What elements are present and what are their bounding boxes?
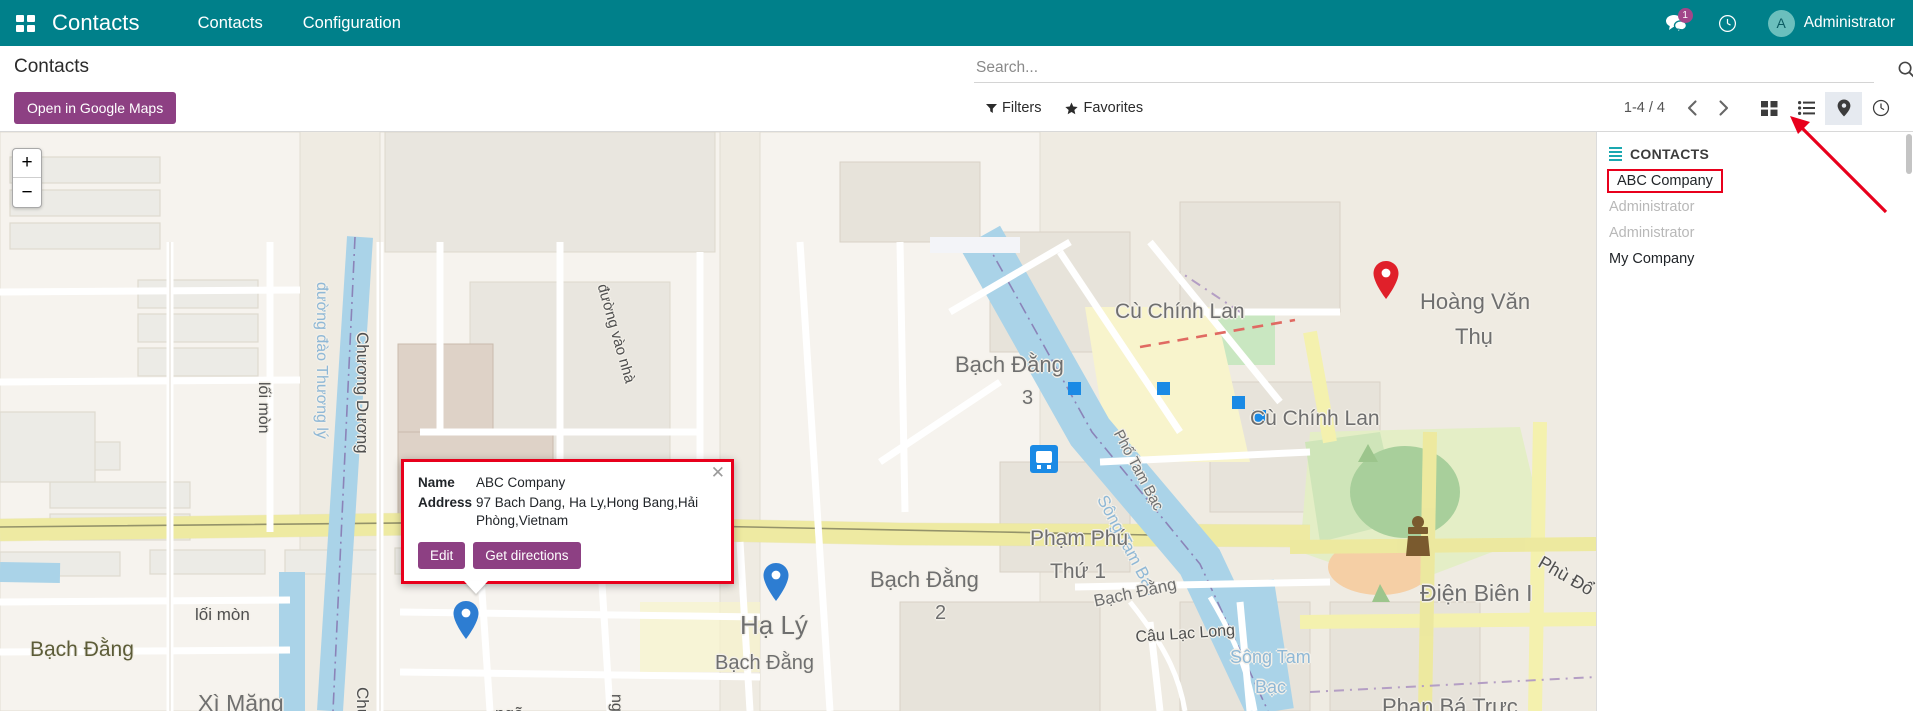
chevron-right-icon bbox=[1718, 100, 1729, 116]
contact-list-item[interactable]: My Company bbox=[1597, 246, 1913, 272]
filters-button[interactable]: Filters bbox=[974, 95, 1053, 121]
pager-value: 1-4 / 4 bbox=[1624, 100, 1675, 116]
popup-value-name: ABC Company bbox=[476, 474, 565, 492]
contact-list-item[interactable]: Administrator bbox=[1597, 220, 1913, 246]
clock-icon bbox=[1718, 14, 1737, 33]
navbar-right-group: 1 A Administrator bbox=[1650, 0, 1899, 46]
chevron-left-icon bbox=[1687, 100, 1698, 116]
navbar-menu-configuration[interactable]: Configuration bbox=[283, 0, 421, 46]
edit-button[interactable]: Edit bbox=[418, 542, 465, 569]
marker-abc-company[interactable] bbox=[452, 600, 480, 640]
app-brand-title[interactable]: Contacts bbox=[52, 10, 140, 36]
map-pin-icon bbox=[762, 562, 790, 602]
messages-button[interactable]: 1 bbox=[1650, 0, 1702, 46]
control-panel-bottom-row: Open in Google Maps Filters Favorites 1-… bbox=[14, 86, 1899, 130]
view-button-kanban[interactable] bbox=[1751, 92, 1788, 125]
close-icon[interactable]: ✕ bbox=[711, 464, 725, 481]
contact-list-item-wrapper: ABC Company bbox=[1597, 168, 1913, 194]
popup-actions: Edit Get directions bbox=[418, 542, 717, 569]
map-tiles bbox=[0, 132, 1596, 711]
search-input-wrapper[interactable] bbox=[974, 58, 1874, 83]
user-menu[interactable]: A Administrator bbox=[1754, 0, 1899, 46]
search-area bbox=[974, 58, 1874, 83]
top-navbar: Contacts Contacts Configuration 1 A Admi… bbox=[0, 0, 1913, 46]
view-button-activity[interactable] bbox=[1862, 92, 1899, 125]
contacts-sidebar-title: CONTACTS bbox=[1630, 146, 1709, 162]
view-switcher bbox=[1751, 92, 1899, 125]
control-panel-right-group: 1-4 / 4 bbox=[1624, 92, 1899, 125]
kanban-icon bbox=[1761, 101, 1778, 116]
zoom-in-button[interactable]: + bbox=[13, 149, 41, 178]
contact-list-item[interactable]: ABC Company bbox=[1607, 169, 1723, 193]
apps-menu-icon[interactable] bbox=[8, 3, 42, 43]
control-panel-top-row: Contacts bbox=[14, 46, 1899, 86]
view-button-map[interactable] bbox=[1825, 92, 1862, 125]
popup-label-address: Address bbox=[418, 494, 476, 530]
search-filter-group: Filters Favorites bbox=[974, 95, 1155, 121]
map-popup: ✕ Name ABC Company Address 97 Bach Dang,… bbox=[401, 459, 734, 584]
zoom-out-button[interactable]: − bbox=[13, 178, 41, 207]
bus-poi-icon bbox=[1030, 445, 1058, 473]
map-pin-icon bbox=[452, 600, 480, 640]
contacts-sidebar-header: CONTACTS bbox=[1597, 146, 1913, 168]
get-directions-button[interactable]: Get directions bbox=[473, 542, 580, 569]
popup-tail bbox=[464, 581, 488, 594]
popup-row-address: Address 97 Bach Dang, Ha Ly,Hong Bang,Hả… bbox=[418, 494, 717, 530]
navbar-menu-contacts[interactable]: Contacts bbox=[178, 0, 283, 46]
marker-top-red[interactable] bbox=[1372, 260, 1400, 300]
activity-button[interactable] bbox=[1702, 0, 1754, 46]
contact-list-item[interactable]: Administrator bbox=[1597, 194, 1913, 220]
popup-row-name: Name ABC Company bbox=[418, 474, 717, 492]
map-pin-icon bbox=[1837, 99, 1851, 117]
list-icon bbox=[1798, 101, 1815, 115]
marker-secondary[interactable] bbox=[762, 562, 790, 602]
filters-label: Filters bbox=[1002, 100, 1041, 116]
avatar: A bbox=[1768, 10, 1795, 37]
popup-value-address: 97 Bach Dang, Ha Ly,Hong Bang,Hải Phòng,… bbox=[476, 494, 717, 530]
clock-icon bbox=[1872, 99, 1890, 117]
contacts-list: ABC CompanyAdministratorAdministratorMy … bbox=[1597, 168, 1913, 272]
page-title: Contacts bbox=[14, 46, 89, 78]
sidebar-scrollbar[interactable] bbox=[1906, 134, 1912, 174]
messages-badge: 1 bbox=[1678, 8, 1693, 23]
control-panel: Contacts Open in Google Maps Filters bbox=[0, 46, 1913, 132]
list-icon bbox=[1609, 147, 1622, 161]
contacts-sidebar: CONTACTS ABC CompanyAdministratorAdminis… bbox=[1596, 132, 1913, 711]
pager: 1-4 / 4 bbox=[1624, 94, 1737, 122]
pager-next-button[interactable] bbox=[1709, 94, 1737, 122]
pager-previous-button[interactable] bbox=[1678, 94, 1706, 122]
popup-label-name: Name bbox=[418, 474, 476, 492]
main-content: Cù Chính LanCù Chính LanHoàng VănThụBạch… bbox=[0, 132, 1913, 711]
search-input[interactable] bbox=[974, 58, 1874, 78]
map-view[interactable]: Cù Chính LanCù Chính LanHoàng VănThụBạch… bbox=[0, 132, 1596, 711]
open-in-google-maps-button[interactable]: Open in Google Maps bbox=[14, 92, 176, 124]
view-button-list[interactable] bbox=[1788, 92, 1825, 125]
search-icon[interactable] bbox=[1897, 60, 1913, 84]
map-zoom-control: + − bbox=[12, 148, 42, 208]
star-icon bbox=[1065, 102, 1078, 115]
funnel-icon bbox=[986, 104, 997, 113]
favorites-label: Favorites bbox=[1083, 100, 1143, 116]
apps-grid-icon bbox=[16, 15, 35, 32]
user-name-label: Administrator bbox=[1804, 14, 1895, 32]
map-pin-icon bbox=[1372, 260, 1400, 300]
favorites-button[interactable]: Favorites bbox=[1053, 95, 1155, 121]
